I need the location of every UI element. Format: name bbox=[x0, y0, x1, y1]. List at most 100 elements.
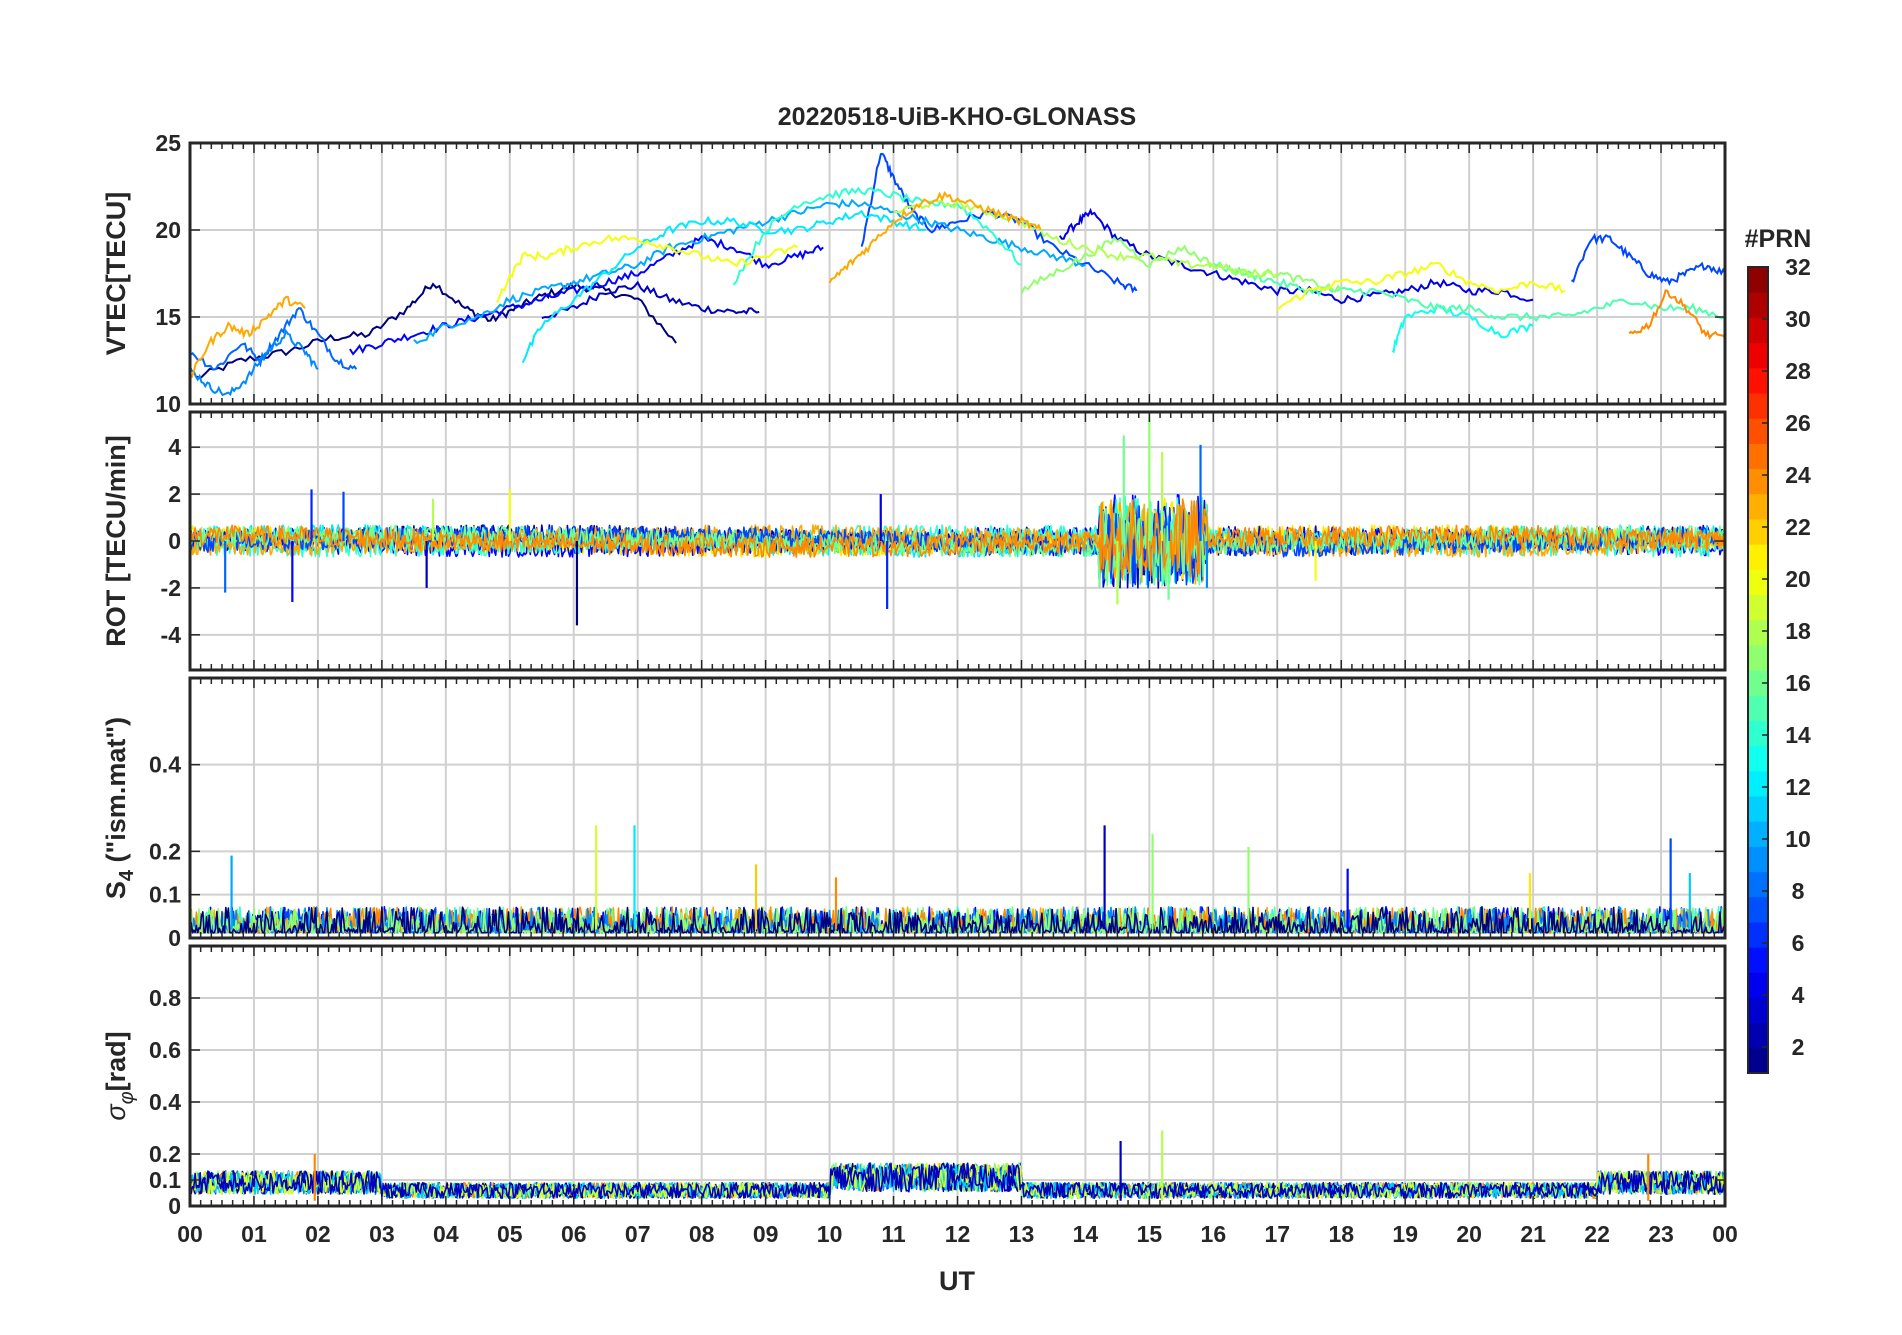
x-tick-label: 19 bbox=[1392, 1221, 1418, 1247]
colorbar-tick-label: 32 bbox=[1785, 254, 1811, 280]
x-axis-label: UT bbox=[939, 1266, 975, 1296]
y-tick-label: 25 bbox=[155, 130, 181, 156]
colorbar-segment bbox=[1748, 644, 1768, 671]
colorbar-segment bbox=[1748, 896, 1768, 923]
colorbar-segment bbox=[1748, 443, 1768, 470]
x-tick-label: 04 bbox=[433, 1221, 459, 1247]
y-tick-label: 0.1 bbox=[149, 882, 181, 908]
colorbar-tick-label: 30 bbox=[1785, 306, 1811, 332]
colorbar-tick-label: 28 bbox=[1785, 358, 1811, 384]
panels: 10152025VTEC[TECU]-4-2024ROT [TECU/min]0… bbox=[101, 130, 1738, 1247]
x-tick-label: 10 bbox=[817, 1221, 843, 1247]
colorbar-segment bbox=[1748, 544, 1768, 570]
colorbar-segment bbox=[1748, 846, 1768, 873]
colorbar-segment bbox=[1748, 392, 1768, 419]
y-tick-label: 20 bbox=[155, 217, 181, 243]
x-tick-label: 02 bbox=[305, 1221, 331, 1247]
y-tick-label: 15 bbox=[155, 304, 181, 330]
colorbar-segment bbox=[1748, 947, 1768, 973]
panel-s4: 0 0.1 0.2 0.4 S4 ("ism.mat") bbox=[101, 676, 1727, 951]
y-tick-label: 0 bbox=[168, 1193, 181, 1219]
colorbar-segment bbox=[1748, 418, 1768, 444]
chart-title: 20220518-UiB-KHO-GLONASS bbox=[778, 103, 1136, 131]
colorbar-segment bbox=[1748, 695, 1768, 721]
colorbar-tick-label: 6 bbox=[1792, 930, 1805, 956]
x-tick-label: 00 bbox=[1712, 1221, 1738, 1247]
x-tick-label: 11 bbox=[881, 1221, 906, 1247]
colorbar-tick-label: 2 bbox=[1792, 1034, 1805, 1060]
colorbar-segment bbox=[1748, 267, 1768, 293]
x-tick-label: 21 bbox=[1520, 1221, 1546, 1247]
x-tick-label: 13 bbox=[1009, 1221, 1035, 1247]
y-tick-label: 2 bbox=[168, 481, 181, 507]
colorbar-segment bbox=[1748, 317, 1768, 344]
vtec-series-prn-23 bbox=[828, 190, 1042, 284]
colorbar-tick-label: 14 bbox=[1785, 722, 1811, 748]
colorbar-segment bbox=[1748, 795, 1768, 822]
vtec-series-prn-7 bbox=[860, 152, 1138, 294]
colorbar-segment bbox=[1748, 821, 1768, 847]
colorbar-segment bbox=[1748, 594, 1768, 621]
colorbar-segment bbox=[1748, 770, 1768, 797]
colorbar-segment bbox=[1748, 468, 1768, 495]
colorbar-segment bbox=[1748, 720, 1768, 747]
y-tick-label: 0 bbox=[168, 528, 181, 554]
chart-svg: 20220518-UiB-KHO-GLONASS 10152025VTEC[TE… bbox=[101, 103, 1811, 1296]
x-tick-label: 14 bbox=[1073, 1221, 1099, 1247]
y-tick-label: -4 bbox=[161, 622, 182, 648]
x-tick-label: 06 bbox=[561, 1221, 587, 1247]
y-axis-label: VTEC[TECU] bbox=[101, 192, 131, 356]
x-tick-label: 22 bbox=[1584, 1221, 1610, 1247]
colorbar-tick-label: 26 bbox=[1785, 410, 1811, 436]
colorbar-segment bbox=[1748, 745, 1768, 772]
y-tick-label: 0.8 bbox=[149, 985, 181, 1011]
colorbar-segment bbox=[1748, 493, 1768, 520]
x-tick-label: 08 bbox=[689, 1221, 715, 1247]
colorbar-tick-label: 20 bbox=[1785, 566, 1811, 592]
x-tick-label: 16 bbox=[1201, 1221, 1227, 1247]
x-tick-label: 18 bbox=[1328, 1221, 1354, 1247]
colorbar-tick-label: 12 bbox=[1785, 774, 1811, 800]
colorbar-segment bbox=[1748, 972, 1768, 999]
colorbar-tick-label: 10 bbox=[1785, 826, 1811, 852]
colorbar-segment bbox=[1748, 997, 1768, 1024]
colorbar-segment bbox=[1748, 342, 1768, 369]
x-tick-label: 09 bbox=[753, 1221, 779, 1247]
colorbar-segment bbox=[1748, 1022, 1768, 1049]
x-tick-label: 03 bbox=[369, 1221, 395, 1247]
x-tick-label: 15 bbox=[1137, 1221, 1163, 1247]
figure: 20220518-UiB-KHO-GLONASS 10 15 20 25 VTEC[TE… bbox=[0, 0, 1902, 1330]
colorbar-segment bbox=[1748, 921, 1768, 948]
colorbar-segment bbox=[1748, 518, 1768, 545]
x-tick-label: 17 bbox=[1264, 1221, 1290, 1247]
colorbar-tick-label: 16 bbox=[1785, 670, 1811, 696]
colorbar-tick-label: 4 bbox=[1792, 982, 1805, 1008]
x-tick-label: 20 bbox=[1456, 1221, 1482, 1247]
y-axis-label: ROT [TECU/min] bbox=[101, 435, 131, 646]
colorbar-segment bbox=[1748, 871, 1768, 898]
y-tick-label: -2 bbox=[161, 575, 181, 601]
x-tick-label: 05 bbox=[497, 1221, 523, 1247]
colorbar-tick-label: 8 bbox=[1792, 878, 1805, 904]
x-tick-label: 00 bbox=[177, 1221, 203, 1247]
y-tick-label: 0.1 bbox=[149, 1167, 181, 1193]
x-tick-label: 01 bbox=[241, 1221, 267, 1247]
colorbar-segment bbox=[1748, 569, 1768, 596]
colorbar-tick-label: 22 bbox=[1785, 514, 1811, 540]
panel-sigma_phi: 00.10.2 0.4 0.6 0.8 σφ[rad] 00 01 02 03 04 05 06 07 0… bbox=[101, 944, 1738, 1247]
colorbar-segment bbox=[1748, 1047, 1768, 1074]
colorbar: #PRN 2468101214161820222426283032 bbox=[1745, 225, 1811, 1074]
y-tick-label: 4 bbox=[168, 434, 181, 460]
colorbar-tick-label: 24 bbox=[1785, 462, 1811, 488]
colorbar-segment bbox=[1748, 619, 1768, 646]
y-tick-label: 0.6 bbox=[149, 1037, 181, 1063]
y-axis-label: σφ[rad] bbox=[101, 1031, 138, 1120]
y-tick-label: 0.2 bbox=[149, 1141, 181, 1167]
vtec-series-prn-7 bbox=[1570, 232, 1725, 286]
y-tick-label: 0.2 bbox=[149, 838, 181, 864]
y-tick-label: 0 bbox=[168, 925, 181, 951]
x-tick-label: 07 bbox=[625, 1221, 651, 1247]
panel-vtec: 10 15 20 25 VTEC[TECU] bbox=[101, 130, 1727, 417]
colorbar-tick-label: 18 bbox=[1785, 618, 1811, 644]
y-tick-label: 0.4 bbox=[149, 1089, 181, 1115]
